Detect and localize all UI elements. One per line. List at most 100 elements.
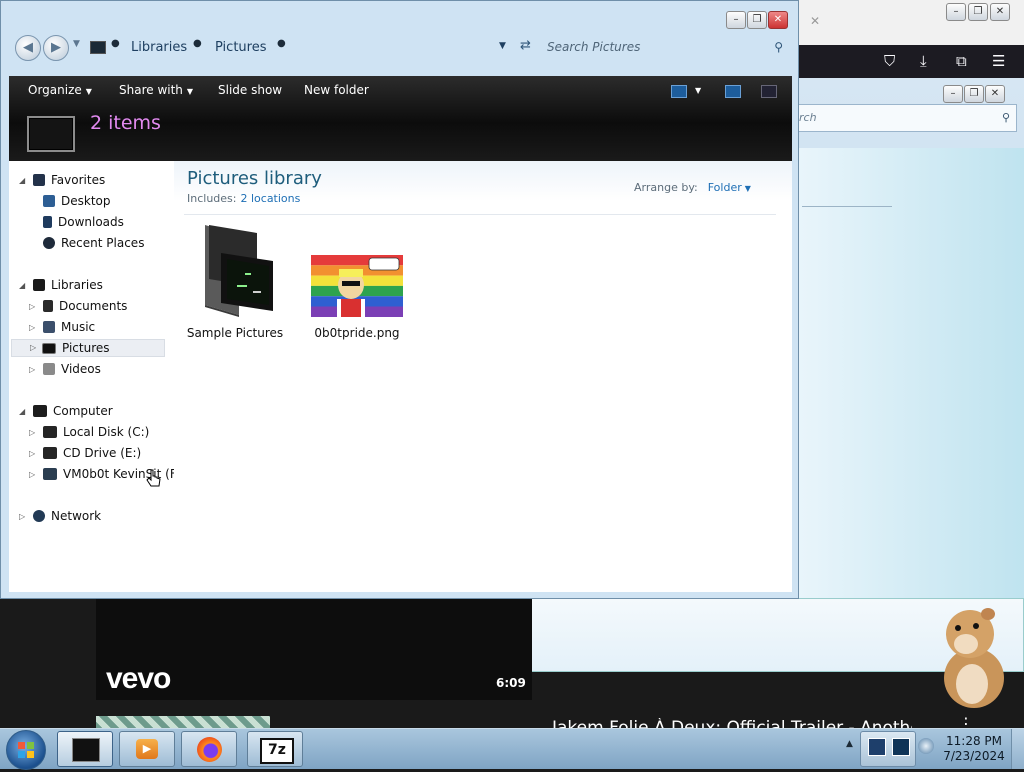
organize-button[interactable]: Organize ▼ xyxy=(28,83,92,97)
search-input[interactable]: Search Pictures ⚲ xyxy=(547,35,789,60)
arrange-by: Arrange by: Folder ▼ xyxy=(634,181,751,194)
expand-arrow-icon[interactable]: ▷ xyxy=(29,425,35,440)
minimize-icon[interactable]: – xyxy=(943,85,963,103)
firefox-icon xyxy=(197,737,222,762)
preview-pane-icon[interactable] xyxy=(725,85,741,98)
nav-favorites-label: Favorites xyxy=(51,173,106,187)
hard-drive-icon xyxy=(43,426,57,438)
nav-desktop-label: Desktop xyxy=(61,194,111,208)
expand-arrow-icon[interactable]: ▷ xyxy=(29,467,35,482)
library-title: Pictures library xyxy=(187,168,322,189)
clock-time: 11:28 PM xyxy=(946,734,1002,748)
tray-display-icon[interactable] xyxy=(892,738,910,756)
new-folder-button[interactable]: New folder xyxy=(304,83,369,97)
maximize-icon[interactable]: ❐ xyxy=(747,11,767,29)
nav-favorites[interactable]: ◢ Favorites xyxy=(19,173,106,187)
explorer-window: – ❐ ✕ ◀ ▶ ▼ ● Libraries ● Pictures ● ▼ ⇄… xyxy=(0,0,799,599)
nav-computer[interactable]: ◢ Computer xyxy=(19,404,113,418)
nav-desktop[interactable]: Desktop xyxy=(43,194,111,208)
expand-arrow-icon[interactable]: ▷ xyxy=(30,340,36,355)
close-icon[interactable]: ✕ xyxy=(768,11,788,29)
extensions-icon[interactable]: ⧉ xyxy=(956,53,967,69)
close-icon[interactable]: ✕ xyxy=(985,85,1005,103)
breadcrumb-separator-icon[interactable]: ● xyxy=(193,38,202,49)
taskbar-media-player-button[interactable]: ▶ xyxy=(119,731,175,767)
arrange-by-dropdown[interactable]: Folder xyxy=(708,181,742,194)
file-item[interactable]: 0b0tpride.png xyxy=(302,255,412,340)
menu-icon[interactable]: ☰ xyxy=(992,53,1005,69)
breadcrumb-pictures[interactable]: Pictures xyxy=(215,40,266,55)
view-options-chevron-icon[interactable]: ▼ xyxy=(695,86,701,95)
change-view-icon[interactable] xyxy=(671,85,687,98)
expand-arrow-icon[interactable]: ▷ xyxy=(29,362,35,377)
minimize-icon[interactable]: – xyxy=(946,3,966,21)
organize-label: Organize xyxy=(28,83,82,97)
expand-arrow-icon[interactable]: ◢ xyxy=(19,278,25,293)
nav-downloads[interactable]: Downloads xyxy=(43,215,124,229)
taskbar-7zip-button[interactable]: 7z xyxy=(247,731,303,767)
nav-cd-drive[interactable]: ▷ CD Drive (E:) xyxy=(29,446,141,460)
forward-arrow-icon[interactable]: ▶ xyxy=(43,35,69,61)
restore-icon[interactable]: ❐ xyxy=(968,3,988,21)
search-icon[interactable]: ⚲ xyxy=(1002,105,1010,131)
background-window-controls: – ❐ ✕ xyxy=(943,85,1005,103)
nav-local-disk[interactable]: ▷ Local Disk (C:) xyxy=(29,425,150,439)
expand-arrow-icon[interactable]: ▷ xyxy=(29,299,35,314)
clock-date: 7/23/2024 xyxy=(943,749,1005,763)
windows-logo-icon xyxy=(18,742,34,758)
background-content-area xyxy=(798,148,1024,618)
system-clock[interactable]: 11:28 PM 7/23/2024 xyxy=(942,734,1006,764)
nav-videos[interactable]: ▷ Videos xyxy=(29,362,101,376)
download-icon[interactable]: ⤓ xyxy=(920,53,927,69)
address-bar[interactable]: ● Libraries ● Pictures ● ▼ ⇄ xyxy=(87,35,533,60)
taskbar-firefox-button[interactable] xyxy=(181,731,237,767)
background-explorer-window: – ❐ ✕ rch ⚲ xyxy=(797,78,1024,618)
browser-tab-close-icon[interactable]: ✕ xyxy=(810,14,820,28)
expand-arrow-icon[interactable]: ▷ xyxy=(29,320,35,335)
breadcrumb-separator-icon[interactable]: ● xyxy=(277,38,286,49)
recent-pages-chevron-icon[interactable]: ▼ xyxy=(73,39,80,49)
taskbar-explorer-button[interactable] xyxy=(57,731,113,767)
breadcrumb-libraries[interactable]: Libraries xyxy=(131,40,187,55)
help-icon[interactable] xyxy=(761,85,777,98)
nav-documents[interactable]: ▷ Documents xyxy=(29,299,127,313)
nav-music-label: Music xyxy=(61,320,96,334)
file-item[interactable]: Sample Pictures xyxy=(180,223,290,340)
background-search-box[interactable]: rch ⚲ xyxy=(798,104,1017,132)
address-history-chevron-icon[interactable]: ▼ xyxy=(499,41,506,51)
includes-locations-link[interactable]: 2 locations xyxy=(240,192,300,205)
chevron-down-icon[interactable]: ▼ xyxy=(745,184,751,193)
start-button[interactable] xyxy=(6,730,46,770)
nav-libraries[interactable]: ◢ Libraries xyxy=(19,278,103,292)
search-placeholder: Search Pictures xyxy=(547,40,641,54)
folder-icon xyxy=(205,225,273,317)
show-hidden-icons-icon[interactable]: ▲ xyxy=(846,739,853,749)
back-arrow-icon[interactable]: ◀ xyxy=(15,35,41,61)
tray-network-icon[interactable] xyxy=(918,738,934,754)
tray-shield-icon[interactable] xyxy=(868,738,886,756)
breadcrumb-separator-icon[interactable]: ● xyxy=(111,38,120,49)
nav-local-disk-label: Local Disk (C:) xyxy=(63,425,150,439)
minimize-icon[interactable]: – xyxy=(726,11,746,29)
nav-recent-places[interactable]: Recent Places xyxy=(43,236,144,250)
file-list-pane[interactable]: Pictures library Includes: 2 locations Ar… xyxy=(174,161,792,592)
divider xyxy=(184,214,776,215)
expand-arrow-icon[interactable]: ◢ xyxy=(19,173,25,188)
pocket-icon[interactable]: ⛉ xyxy=(884,53,895,69)
search-icon[interactable]: ⚲ xyxy=(774,35,783,60)
slide-show-button[interactable]: Slide show xyxy=(218,83,282,97)
expand-arrow-icon[interactable]: ▷ xyxy=(29,446,35,461)
nav-music[interactable]: ▷ Music xyxy=(29,320,96,334)
nav-network[interactable]: ▷ Network xyxy=(19,509,101,523)
network-drive-icon xyxy=(43,468,57,480)
nav-pictures[interactable]: ▷ Pictures xyxy=(11,339,165,357)
window-controls: – ❐ ✕ xyxy=(726,11,788,29)
refresh-icon[interactable]: ⇄ xyxy=(520,38,531,53)
expand-arrow-icon[interactable]: ▷ xyxy=(19,509,25,524)
share-with-button[interactable]: Share with ▼ xyxy=(119,83,193,97)
restore-icon[interactable]: ❐ xyxy=(964,85,984,103)
cd-drive-icon xyxy=(43,447,57,459)
show-desktop-button[interactable] xyxy=(1011,729,1024,769)
close-icon[interactable]: ✕ xyxy=(990,3,1010,21)
expand-arrow-icon[interactable]: ◢ xyxy=(19,404,25,419)
